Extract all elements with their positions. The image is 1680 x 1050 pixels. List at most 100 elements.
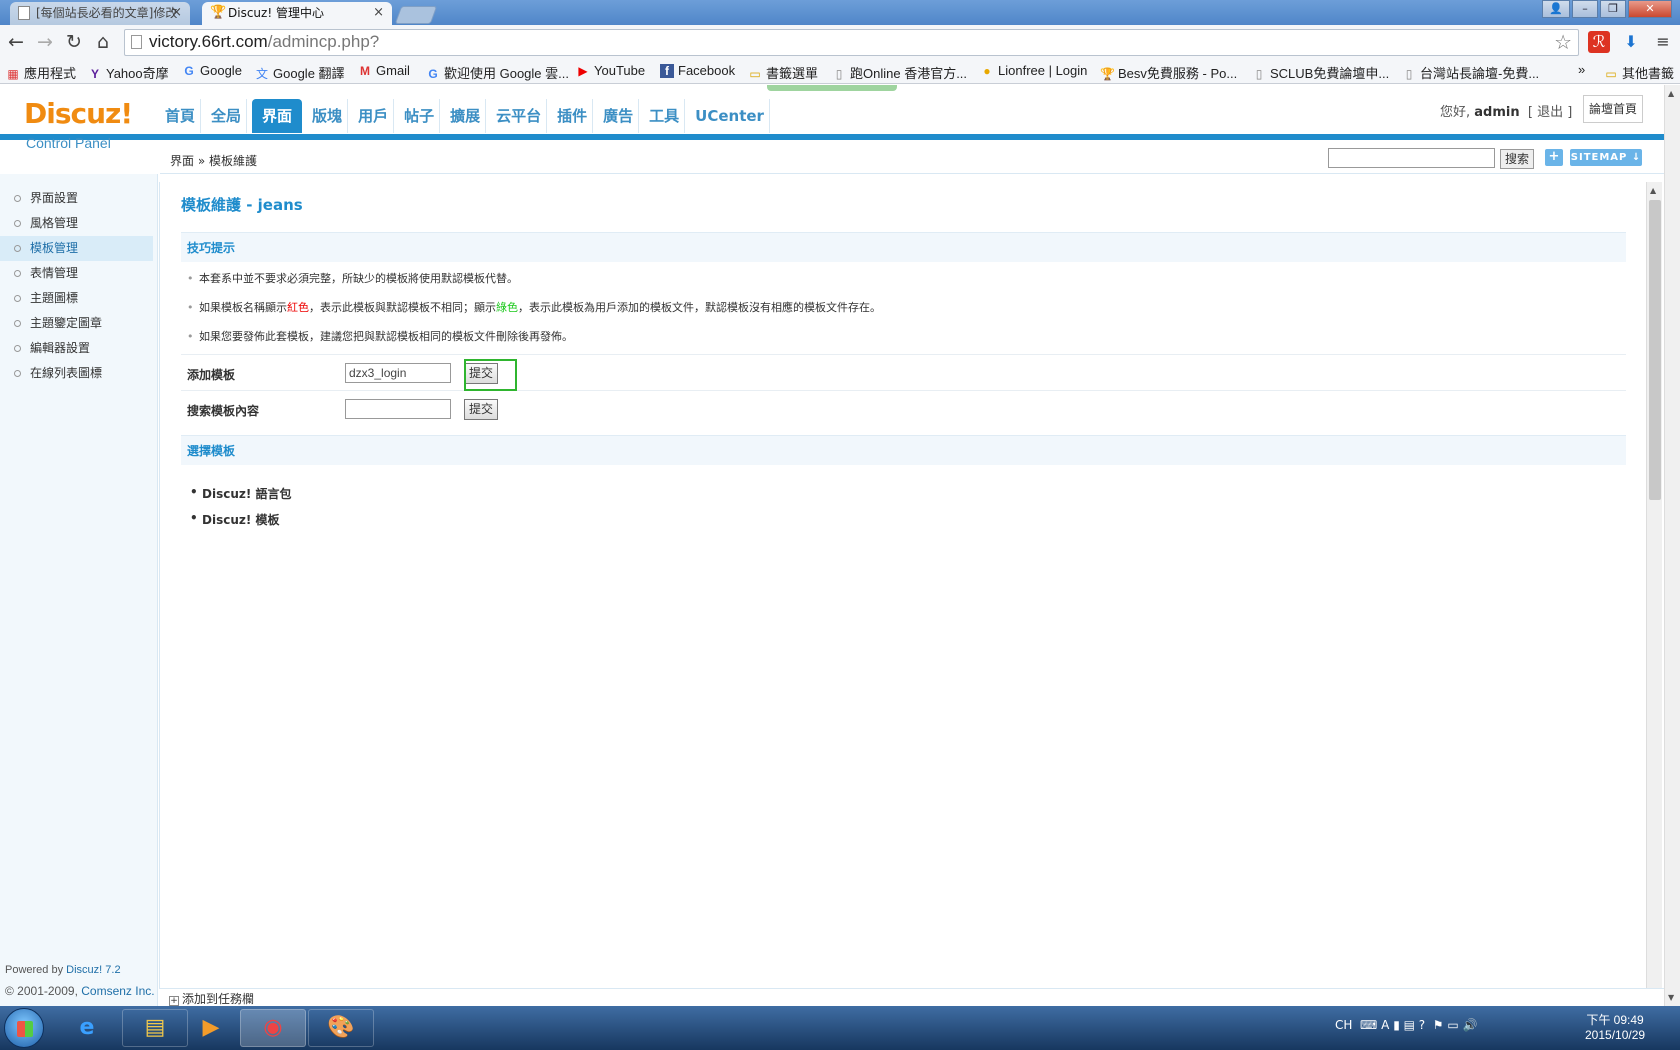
comsenz-link[interactable]: Comsenz Inc. [81,984,154,998]
new-tab-button[interactable] [394,6,438,24]
admin-search-input[interactable] [1328,148,1495,168]
bookmark-sclub[interactable]: ▯ SCLUB免費論壇申... [1252,63,1390,82]
address-bar[interactable]: victory.66rt.com/admincp.php? ☆ [124,29,1579,56]
bookmark-youtube[interactable]: ▶ YouTube [576,63,645,78]
tip-item: • 本套系中並不要求必須完整，所缺少的模板將使用默認模板代替。 [187,272,518,285]
forum-home-button[interactable]: 論壇首頁 [1583,95,1643,123]
extension-icon[interactable]: ℛ [1588,31,1610,53]
sidebar-item-interface-settings[interactable]: 界面設置 [0,186,153,211]
sitemap-button[interactable]: SITEMAP ↓ [1570,149,1642,166]
search-template-input[interactable] [345,399,451,419]
template-discuz-link[interactable]: Discuz! 模板 [190,511,279,528]
page-scrollbar[interactable]: ▲ ▼ [1664,85,1680,1006]
discuz-logo[interactable]: Discuz! [24,97,133,130]
logout-link[interactable]: [ 退出 ] [1528,105,1572,120]
bookmark-folder-menu[interactable]: ▭ 書籤選單 [748,63,818,82]
nav-cloud[interactable]: 云平台 [491,99,548,133]
scroll-down-icon[interactable]: ▼ [1668,993,1674,1002]
browser-tab-active[interactable]: 🏆 Discuz! 管理中心 × [202,2,392,25]
folder-icon: ▭ [1605,67,1617,81]
search-template-label: 搜索模板內容 [187,404,260,418]
internet-explorer-icon[interactable]: e [54,1009,120,1047]
discuz-version-link[interactable]: Discuz! 7.2 [66,964,120,976]
add-template-input[interactable]: dzx3_login [345,363,451,383]
bookmark-facebook[interactable]: f Facebook [660,63,735,78]
bookmark-star-icon[interactable]: ☆ [1554,30,1572,54]
language-indicator[interactable]: CH [1335,1018,1352,1032]
chrome-icon[interactable]: ◉ [240,1009,306,1047]
close-window-button[interactable]: ✕ [1628,0,1672,18]
ime-icon[interactable]: ⌨ A ▮ ▤ ? [1356,1018,1429,1032]
scroll-up-icon[interactable]: ▲ [1650,186,1656,195]
bookmark-lionfree[interactable]: ● Lionfree | Login [980,63,1087,78]
breadcrumb: 界面 » 模板維護 [170,154,257,168]
nav-interface[interactable]: 界面 [252,99,303,133]
close-tab-icon[interactable]: × [171,2,182,24]
browser-tab[interactable]: [每個站長必看的文章]修改 × [10,2,190,25]
page-icon [131,35,142,49]
close-tab-icon[interactable]: × [373,2,384,24]
start-button[interactable] [4,1008,44,1048]
back-icon[interactable]: ← [4,31,28,55]
sidebar-item-online-icons[interactable]: 在線列表圖標 [0,361,153,386]
sidebar-item-smilies[interactable]: 表情管理 [0,261,153,286]
admin-search-button[interactable]: 搜索 [1500,149,1535,169]
bookmarks-overflow-button[interactable]: » [1578,62,1585,77]
menu-icon[interactable]: ≡ [1652,31,1674,53]
nav-plugins[interactable]: 插件 [552,99,594,133]
url-text: victory.66rt.com/admincp.php? [149,32,380,51]
tips-heading: 技巧提示 [181,232,1626,262]
nav-global[interactable]: 全局 [206,99,248,133]
page-icon: ▯ [835,67,843,81]
media-player-icon[interactable]: ▶ [178,1009,244,1047]
nav-forums[interactable]: 版塊 [307,99,349,133]
bookmark-online[interactable]: ▯ 跑Online 香港官方... [832,63,967,82]
sidebar-item-stamps[interactable]: 主題鑒定圖章 [0,311,153,336]
template-language-pack-link[interactable]: Discuz! 語言包 [190,485,291,502]
home-icon[interactable]: ⌂ [91,31,115,55]
search-template-row: 搜索模板內容 提交 [181,390,1626,426]
forward-icon[interactable]: → [33,31,57,55]
add-shortcut-button[interactable]: + [1545,149,1563,166]
bookmark-apps[interactable]: ▦ 應用程式 [6,63,76,82]
system-clock[interactable]: 下午 09:49 2015/10/29 [1585,1013,1645,1043]
download-icon[interactable]: ⬇ [1620,31,1642,53]
yahoo-icon: Y [90,67,99,81]
tab-title: Discuz! 管理中心 [228,6,324,20]
trophy-icon: 🏆 [210,5,227,20]
minimize-button[interactable]: – [1572,0,1598,18]
tray-icons[interactable]: ⚑ ▭ 🔊 [1433,1018,1478,1032]
nav-ads[interactable]: 廣告 [598,99,640,133]
nav-tools[interactable]: 工具 [644,99,686,133]
nav-ucenter[interactable]: UCenter [690,99,770,133]
bookmark-google-translate[interactable]: 文 Google 翻譯 [255,63,345,82]
bookmark-taiwan-webmaster[interactable]: ▯ 台灣站長論壇-免費... [1402,63,1539,82]
scroll-up-icon[interactable]: ▲ [1668,89,1674,98]
reload-icon[interactable]: ↻ [62,31,86,55]
search-template-submit-button[interactable]: 提交 [464,399,499,420]
sidebar-item-thread-icons[interactable]: 主題圖標 [0,286,153,311]
paint-icon[interactable]: 🎨 [308,1009,374,1047]
content-scrollbar[interactable]: ▲ ▼ [1646,182,1662,1006]
bookmark-google-cloud[interactable]: G 歡迎使用 Google 雲... [426,63,569,82]
page-icon [18,6,30,20]
user-profile-button[interactable]: 👤 [1542,0,1570,18]
nav-extend[interactable]: 擴展 [445,99,487,133]
restore-button[interactable]: ❐ [1600,0,1626,18]
nav-home[interactable]: 首頁 [160,99,202,133]
greeting-text: 您好, [1440,105,1471,120]
bookmark-gmail[interactable]: M Gmail [358,63,410,78]
sidebar-item-style-management[interactable]: 風格管理 [0,211,153,236]
tip-item: • 如果您要發佈此套模板，建議您把與默認模板相同的模板文件刪除後再發佈。 [187,330,573,343]
sidebar-item-template-management[interactable]: 模板管理 [0,236,153,261]
other-bookmarks-folder[interactable]: ▭ 其他書籤 [1604,63,1674,82]
nav-users[interactable]: 用戶 [353,99,395,133]
bookmark-google[interactable]: G Google [182,63,242,78]
scroll-thumb[interactable] [1649,200,1661,500]
bookmark-yahoo[interactable]: Y Yahoo奇摩 [88,63,169,82]
nav-posts[interactable]: 帖子 [399,99,441,133]
sidebar-item-editor-settings[interactable]: 編輯器設置 [0,336,153,361]
facebook-icon: f [660,64,674,78]
add-to-taskbar-link[interactable]: + 添加到任務欄 [169,990,254,1007]
bookmark-besv[interactable]: 🏆 Besv免費服務 - Po... [1100,63,1237,82]
